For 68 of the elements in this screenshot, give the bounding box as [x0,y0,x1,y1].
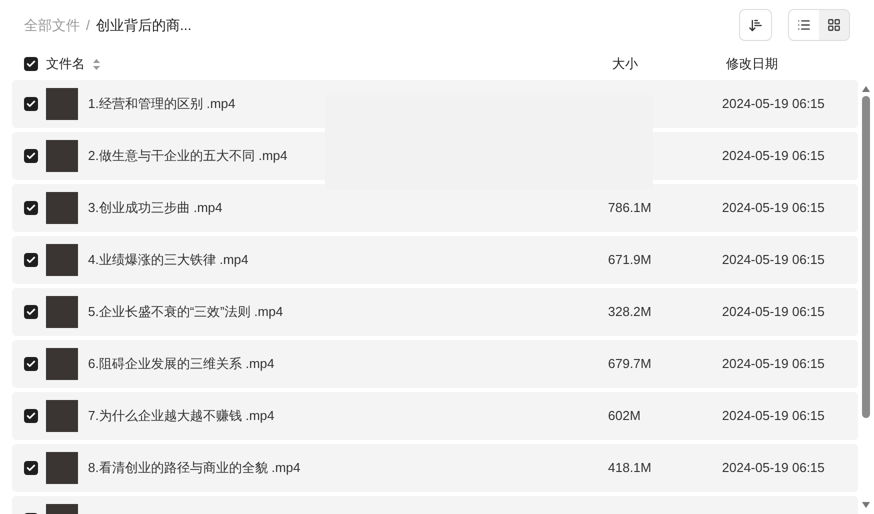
file-name: 4.业绩爆涨的三大铁律 .mp4 [88,251,248,270]
breadcrumb-link[interactable]: 创业背后的商... [96,14,192,36]
file-name: 2.做生意与干企业的五大不同 .mp4 [88,147,288,166]
file-size: 418.1M [607,459,652,478]
checkbox[interactable] [24,201,38,215]
modified-date: 2024-05-19 06:15 [722,251,825,270]
file-size: 328.2M [607,303,652,322]
video-thumbnail [46,296,78,328]
modified-date: 2024-05-19 06:15 [722,199,825,218]
checkbox[interactable] [24,305,38,319]
file-name: 8.看清创业的路径与商业的全貌 .mp4 [88,459,300,478]
check-icon [26,99,36,109]
list-view-icon [797,18,811,32]
file-row[interactable]: 4.业绩爆涨的三大铁律 .mp4 671.9M 2024-05-19 06:15 [12,236,858,284]
file-name: 1.经营和管理的区别 .mp4 [88,95,236,114]
scroll-up-icon [862,86,870,92]
check-icon [26,359,36,369]
sort-icon [748,18,763,32]
file-name: 7.为什么企业越大越不赚钱 .mp4 [88,407,274,426]
modified-date: 2024-05-19 06:15 [722,355,825,374]
file-size: 786.1M [607,199,652,218]
video-thumbnail [46,452,78,484]
file-size: 602M [607,407,641,426]
sort-button[interactable] [739,9,772,41]
scroll-thumb[interactable] [862,96,870,418]
modified-date: 2024-05-19 06:15 [722,303,825,322]
checkbox[interactable] [24,149,38,163]
checkbox[interactable] [24,409,38,423]
check-icon [26,255,36,265]
check-icon [26,463,36,473]
file-size: 671.9M [607,251,652,270]
file-name: 5.企业长盛不衰的“三效”法则 .mp4 [88,303,284,322]
modified-date: 2024-05-19 06:15 [722,147,825,166]
check-icon [26,59,36,69]
video-thumbnail [46,88,78,120]
file-row[interactable]: 3.创业成功三步曲 .mp4 786.1M 2024-05-19 06:15 [12,184,858,232]
file-size: 679.7M [607,355,652,374]
file-row[interactable]: 5.企业长盛不衰的“三效”法则 .mp4 328.2M 2024-05-19 06:15 [12,288,858,336]
video-thumbnail [46,348,78,380]
modified-date: 2024-05-19 06:15 [722,459,825,478]
sort-arrows-icon [93,58,100,70]
modified-date: 2024-05-19 06:15 [722,95,825,114]
scroll-down-icon [862,502,870,508]
file-name: 3.创业成功三步曲 .mp4 [88,199,222,218]
video-thumbnail [46,192,78,224]
modified-date: 2024-05-19 06:15 [722,407,825,426]
check-icon [26,151,36,161]
video-thumbnail [46,140,78,172]
column-header[interactable]: 文件名 [46,54,85,74]
check-icon [26,307,36,317]
checkbox[interactable] [24,253,38,267]
column-header: 大小 [611,55,639,74]
video-thumbnail [46,244,78,276]
file-row[interactable]: 7.为什么企业越大越不赚钱 .mp4 602M 2024-05-19 06:15 [12,392,858,440]
view-button[interactable] [789,10,819,40]
column-header: 修改日期 [726,55,778,74]
grid-view-icon [827,18,841,32]
checkbox[interactable] [24,97,38,111]
file-row[interactable]: 8.看清创业的路径与商业的全貌 .mp4 418.1M 2024-05-19 06:15 [12,444,858,492]
file-row[interactable]: 6.阻碍企业发展的三维关系 .mp4 679.7M 2024-05-19 06:15 [12,340,858,388]
file-name: 6.阻碍企业发展的三维关系 .mp4 [88,355,274,374]
check-icon [26,203,36,213]
checkbox[interactable] [24,357,38,371]
checkbox[interactable] [24,57,38,71]
video-thumbnail [46,400,78,432]
check-icon [26,411,36,421]
checkbox[interactable] [24,461,38,475]
breadcrumb-separator: / [86,16,90,34]
